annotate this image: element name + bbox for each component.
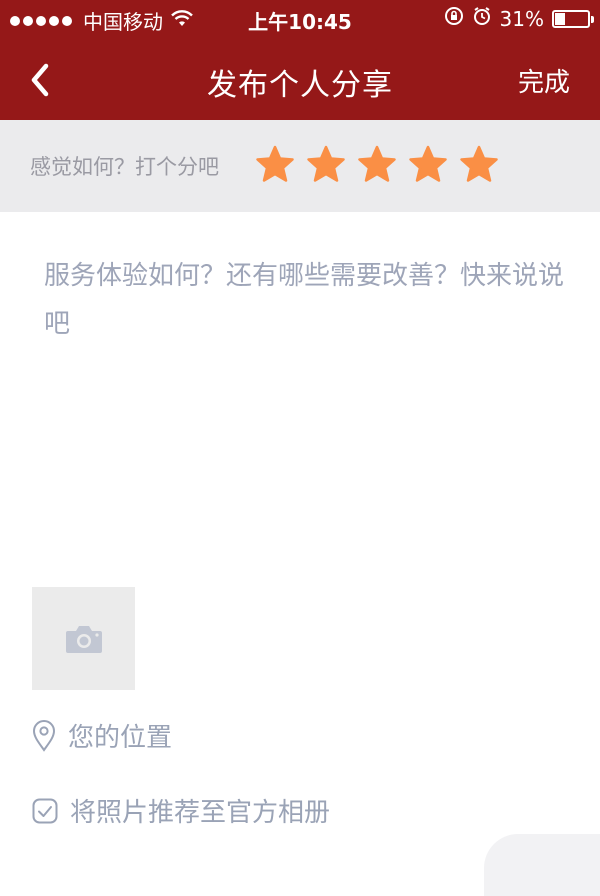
star-icon[interactable] xyxy=(408,144,448,184)
location-row[interactable]: 您的位置 xyxy=(32,717,172,754)
alarm-icon xyxy=(472,6,492,31)
assistive-touch-button[interactable] xyxy=(484,834,600,896)
star-rating[interactable] xyxy=(255,144,499,184)
rating-prompt: 感觉如何？打个分吧 xyxy=(30,155,219,179)
battery-icon xyxy=(552,9,594,28)
battery-percent: 31% xyxy=(499,6,544,31)
location-pin-icon xyxy=(32,719,56,752)
review-text-input[interactable]: 服务体验如何？还有哪些需要改善？快来说说吧 xyxy=(44,252,564,348)
app-header: 中国移动 上午10:45 31% 发布个人分享 完成 xyxy=(0,0,600,120)
done-button[interactable]: 完成 xyxy=(518,62,570,99)
recommend-label: 将照片推荐至官方相册 xyxy=(70,798,331,828)
star-icon[interactable] xyxy=(357,144,397,184)
battery-fill xyxy=(555,12,565,25)
share-form: 服务体验如何？还有哪些需要改善？快来说说吧 您的位置 将照片推荐至官方相册 xyxy=(0,212,600,896)
status-bar: 中国移动 上午10:45 31% xyxy=(0,0,600,38)
add-photo-button[interactable] xyxy=(32,587,135,690)
star-icon[interactable] xyxy=(459,144,499,184)
star-icon[interactable] xyxy=(306,144,346,184)
star-icon[interactable] xyxy=(255,144,295,184)
checkbox-icon[interactable] xyxy=(32,798,58,824)
camera-icon xyxy=(65,625,102,653)
page-title: 发布个人分享 xyxy=(207,68,393,103)
recommend-row[interactable]: 将照片推荐至官方相册 xyxy=(32,792,330,829)
nav-bar: 发布个人分享 完成 xyxy=(0,38,600,120)
orientation-lock-icon xyxy=(444,6,464,31)
location-label: 您的位置 xyxy=(68,723,173,753)
status-right: 31% xyxy=(444,6,594,31)
rating-section: 感觉如何？打个分吧 xyxy=(0,120,600,212)
